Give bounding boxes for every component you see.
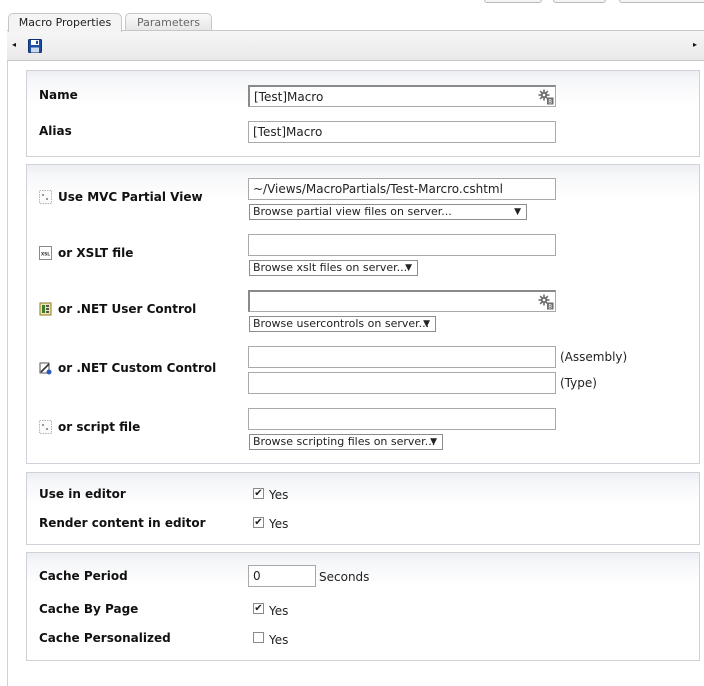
script-file-icon xyxy=(39,420,52,434)
top-button-3[interactable] xyxy=(619,0,704,3)
top-button-2[interactable] xyxy=(553,0,606,3)
xslt-file-icon: XSL xyxy=(39,246,52,260)
top-button-strip xyxy=(0,0,704,14)
browse-usercontrols-text: Browse usercontrols on server... xyxy=(253,317,430,330)
toolbar: ◂ ▸ xyxy=(7,30,704,61)
browse-xslt-text: Browse xslt files on server... xyxy=(253,261,408,274)
cache-personalized-label: Cache Personalized xyxy=(39,631,171,645)
alias-label: Alias xyxy=(39,124,72,138)
cache-panel: Cache Period 0 Seconds Cache By Page ✔ Y… xyxy=(26,552,700,661)
assembly-suffix: (Assembly) xyxy=(560,350,628,364)
render-panel: Use MVC Partial View ~/Views/MacroPartia… xyxy=(26,164,700,464)
top-button-1[interactable] xyxy=(484,0,542,3)
editor-panel: Use in editor ✔ Yes Render content in ed… xyxy=(26,472,700,545)
use-in-editor-checkbox[interactable]: ✔ xyxy=(253,488,264,499)
user-control-label: or .NET User Control xyxy=(39,302,196,316)
name-input-value: [Test]Macro xyxy=(254,90,324,104)
custom-control-label: or .NET Custom Control xyxy=(39,361,216,375)
use-in-editor-yes: Yes xyxy=(269,488,289,502)
script-file-label: or script file xyxy=(39,420,140,434)
content-area: Name [Test]Macro 8 Alias [Test]Macro Use… xyxy=(7,61,704,686)
script-file-input[interactable] xyxy=(248,408,556,430)
dropdown-arrow-icon: ▼ xyxy=(405,263,412,273)
browse-xslt-select[interactable]: Browse xslt files on server... ▼ xyxy=(249,260,418,276)
mvc-partial-view-value: ~/Views/MacroPartials/Test-Marcro.cshtml xyxy=(253,182,503,196)
type-input[interactable] xyxy=(248,372,556,394)
cache-personalized-yes: Yes xyxy=(269,633,289,647)
svg-text:8: 8 xyxy=(548,99,552,106)
xslt-file-input[interactable] xyxy=(248,234,556,256)
user-control-input[interactable]: 8 xyxy=(248,290,556,312)
cache-period-value: 0 xyxy=(253,569,261,583)
xslt-file-label: XSL or XSLT file xyxy=(39,246,133,260)
dropdown-arrow-icon: ▼ xyxy=(430,437,437,447)
cache-personalized-checkbox[interactable] xyxy=(253,632,264,643)
tab-parameters[interactable]: Parameters xyxy=(125,13,212,31)
svg-text:XSL: XSL xyxy=(41,252,50,257)
name-label: Name xyxy=(39,88,78,102)
general-panel: Name [Test]Macro 8 Alias [Test]Macro xyxy=(26,70,700,157)
floppy-disk-icon[interactable] xyxy=(28,39,42,53)
validation-gear-icon: 8 xyxy=(538,89,554,105)
mvc-partial-view-input[interactable]: ~/Views/MacroPartials/Test-Marcro.cshtml xyxy=(248,178,556,200)
cache-by-page-label: Cache By Page xyxy=(39,602,139,616)
cache-by-page-checkbox[interactable]: ✔ xyxy=(253,603,264,614)
tab-macro-properties[interactable]: Macro Properties xyxy=(8,13,122,32)
dropdown-arrow-icon: ▼ xyxy=(423,319,430,329)
render-content-checkbox[interactable]: ✔ xyxy=(253,517,264,528)
cache-period-input[interactable]: 0 xyxy=(248,565,316,587)
browse-partial-view-text: Browse partial view files on server... xyxy=(253,205,452,218)
dropdown-arrow-icon: ▼ xyxy=(514,207,521,217)
use-in-editor-label: Use in editor xyxy=(39,487,126,501)
browse-usercontrols-select[interactable]: Browse usercontrols on server... ▼ xyxy=(249,316,436,332)
alias-input[interactable]: [Test]Macro xyxy=(248,121,556,143)
type-suffix: (Type) xyxy=(560,376,597,390)
script-file-icon xyxy=(39,190,52,204)
user-control-icon xyxy=(39,302,52,316)
render-content-yes: Yes xyxy=(269,517,289,531)
cache-by-page-yes: Yes xyxy=(269,604,289,618)
alias-input-value: [Test]Macro xyxy=(253,125,323,139)
browse-scripting-select[interactable]: Browse scripting files on server... ▼ xyxy=(249,434,443,450)
scroll-left-icon[interactable]: ◂ xyxy=(12,40,16,50)
assembly-input[interactable] xyxy=(248,346,556,368)
cache-period-unit: Seconds xyxy=(319,570,370,584)
render-content-label: Render content in editor xyxy=(39,516,206,530)
browse-partial-view-select[interactable]: Browse partial view files on server... ▼ xyxy=(249,204,527,220)
custom-control-icon xyxy=(39,362,52,375)
browse-scripting-text: Browse scripting files on server... xyxy=(253,435,436,448)
name-input[interactable]: [Test]Macro 8 xyxy=(248,85,556,107)
svg-text:8: 8 xyxy=(548,304,552,311)
mvc-partial-view-label: Use MVC Partial View xyxy=(39,190,203,204)
cache-period-label: Cache Period xyxy=(39,569,128,583)
scroll-right-icon[interactable]: ▸ xyxy=(693,40,697,50)
validation-gear-icon: 8 xyxy=(538,294,554,310)
